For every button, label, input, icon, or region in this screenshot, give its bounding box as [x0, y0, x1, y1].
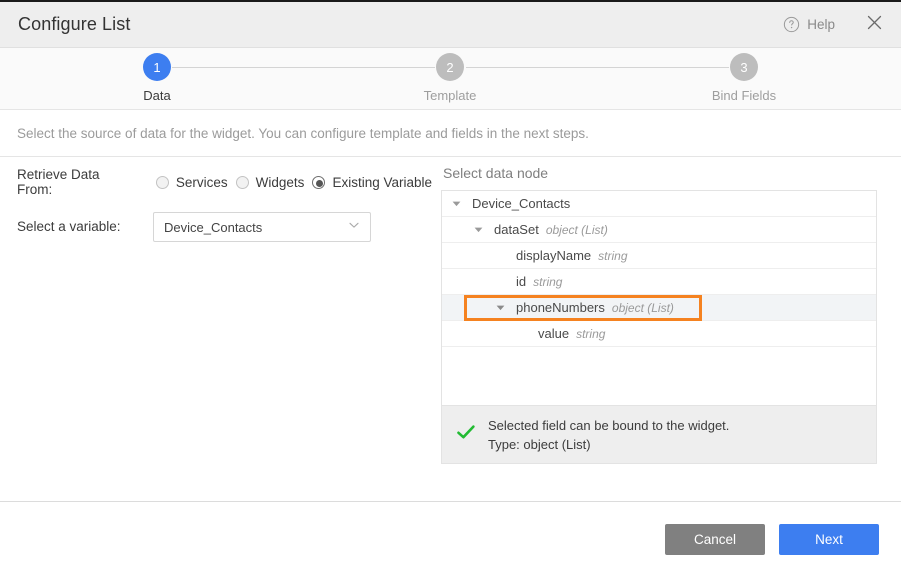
select-variable-label: Select a variable:: [17, 219, 121, 234]
tree-node-label: id: [516, 274, 526, 289]
step-number-2: 2: [436, 53, 464, 81]
step-label-2: Template: [424, 88, 477, 103]
wizard-stepper: 1 Data 2 Template 3 Bind Fields: [0, 48, 901, 110]
radio-services[interactable]: Services: [156, 175, 228, 190]
chevron-expanded-icon[interactable]: [451, 198, 462, 209]
tree-node-type: string: [576, 327, 605, 341]
variable-select-value: Device_Contacts: [164, 220, 348, 235]
retrieve-data-from-row: Retrieve Data From: Services Widgets Exi…: [17, 167, 440, 197]
radio-label-existing-variable: Existing Variable: [332, 175, 432, 190]
radio-existing-variable[interactable]: Existing Variable: [312, 175, 432, 190]
tree-node-label: value: [538, 326, 569, 341]
dialog-body: Retrieve Data From: Services Widgets Exi…: [0, 157, 901, 500]
variable-select[interactable]: Device_Contacts: [153, 212, 371, 242]
radio-mark-services: [156, 176, 169, 189]
chevron-expanded-icon[interactable]: [473, 224, 484, 235]
tree-row[interactable]: displayName string: [442, 243, 876, 269]
tree-row[interactable]: id string: [442, 269, 876, 295]
close-button[interactable]: [863, 14, 885, 36]
radio-label-services: Services: [176, 175, 228, 190]
tree-node-type: string: [533, 275, 562, 289]
tree-row-selected[interactable]: phoneNumbers object (List): [442, 295, 876, 321]
dialog-titlebar: Configure List Help: [0, 2, 901, 48]
data-node-panel-title: Select data node: [443, 165, 877, 181]
tree-node-label: displayName: [516, 248, 591, 263]
description-text: Select the source of data for the widget…: [17, 126, 589, 141]
tree-row[interactable]: Device_Contacts: [442, 191, 876, 217]
step-label-3: Bind Fields: [712, 88, 776, 103]
cancel-button[interactable]: Cancel: [665, 524, 765, 555]
radio-mark-widgets: [236, 176, 249, 189]
radio-mark-existing-variable: [312, 176, 325, 189]
dialog-title: Configure List: [18, 14, 130, 35]
radio-widgets[interactable]: Widgets: [236, 175, 305, 190]
description-band: Select the source of data for the widget…: [0, 110, 901, 157]
step-number-3: 3: [730, 53, 758, 81]
status-message: Selected field can be bound to the widge…: [488, 418, 729, 433]
select-variable-row: Select a variable: Device_Contacts: [17, 212, 371, 242]
retrieve-data-from-label: Retrieve Data From:: [17, 167, 132, 197]
tree-node-label: Device_Contacts: [472, 196, 570, 211]
radio-label-widgets: Widgets: [256, 175, 305, 190]
data-node-tree[interactable]: Device_Contacts dataSet object (List) di…: [441, 190, 877, 406]
question-circle-icon: [783, 16, 800, 33]
chevron-expanded-icon[interactable]: [495, 302, 506, 313]
tree-row[interactable]: value string: [442, 321, 876, 347]
configure-list-dialog: Configure List Help: [0, 0, 901, 577]
tree-node-label: dataSet: [494, 222, 539, 237]
close-icon: [867, 15, 882, 35]
next-button[interactable]: Next: [779, 524, 879, 555]
step-label-1: Data: [143, 88, 170, 103]
stepper-connector-2: [466, 67, 729, 68]
check-icon: [456, 422, 488, 447]
tree-node-label: phoneNumbers: [516, 300, 605, 315]
titlebar-actions: Help: [777, 12, 901, 37]
help-button[interactable]: Help: [777, 12, 841, 37]
tree-row[interactable]: dataSet object (List): [442, 217, 876, 243]
status-type: Type: object (List): [488, 437, 729, 452]
tree-node-type: string: [598, 249, 627, 263]
binding-status-box: Selected field can be bound to the widge…: [441, 406, 877, 464]
tree-node-type: object (List): [612, 301, 674, 315]
dialog-footer: Cancel Next: [0, 501, 901, 577]
chevron-down-icon: [348, 218, 360, 236]
retrieve-data-from-radio-group: Services Widgets Existing Variable: [156, 175, 440, 190]
tree-node-type: object (List): [546, 223, 608, 237]
data-node-panel: Select data node Device_Contacts dataSet…: [441, 157, 877, 464]
stepper-connector-1: [172, 67, 435, 68]
step-number-1: 1: [143, 53, 171, 81]
help-label: Help: [807, 17, 835, 32]
